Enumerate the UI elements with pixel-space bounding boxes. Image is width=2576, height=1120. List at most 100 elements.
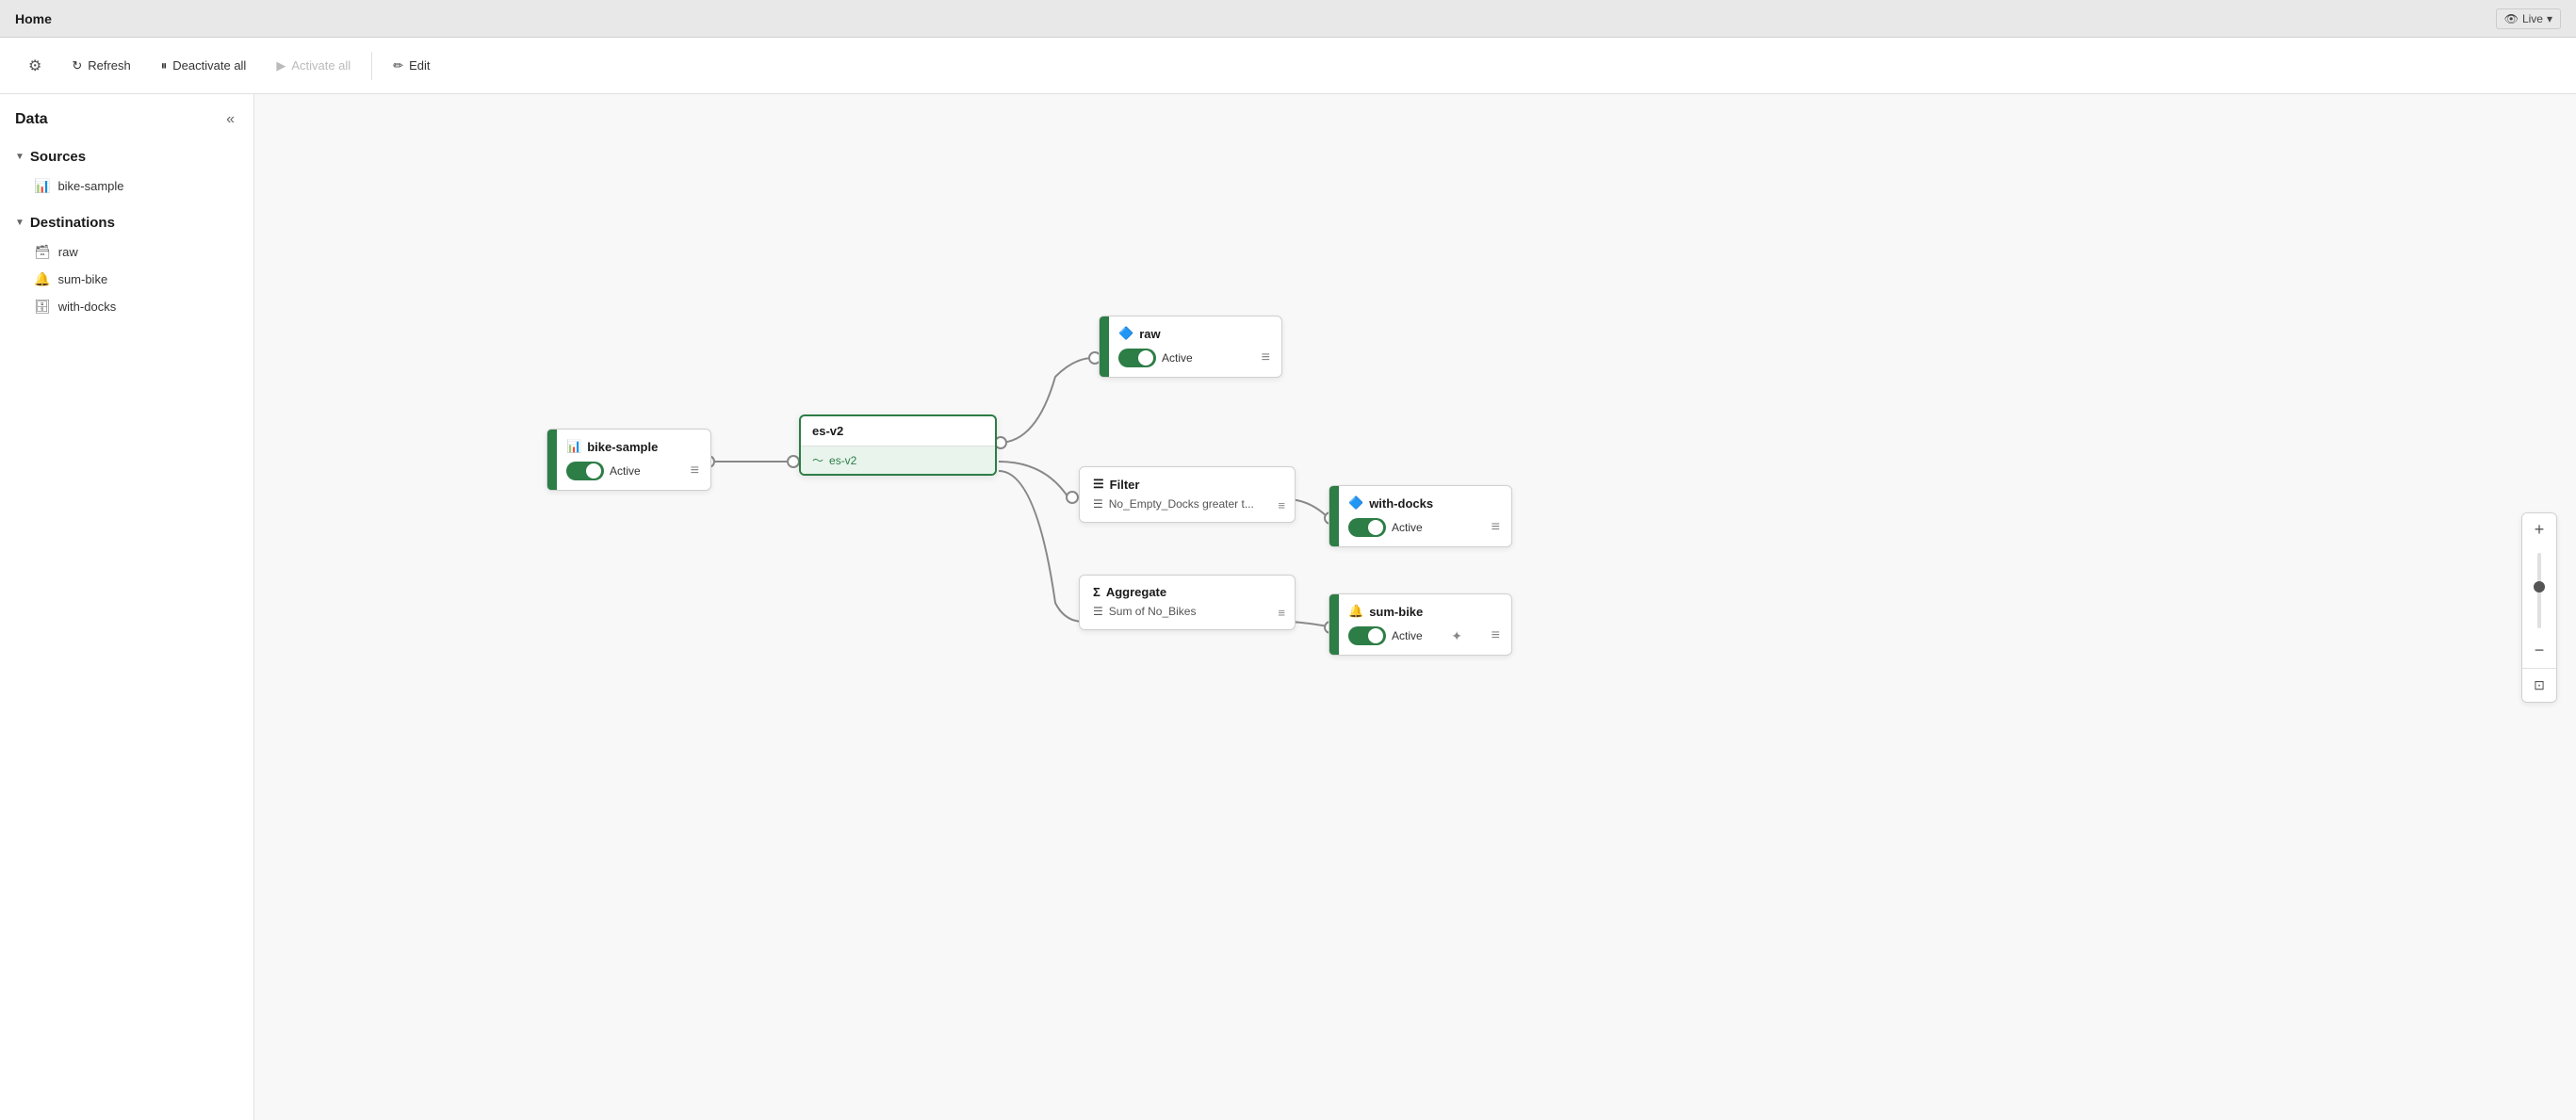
- with-docks-toggle-row: Active ≡: [1348, 518, 1500, 537]
- raw-green-bar: [1100, 317, 1109, 377]
- sum-bike-label: sum-bike: [57, 272, 107, 286]
- sidebar-item-bike-sample[interactable]: 📊 bike-sample: [0, 172, 253, 200]
- raw-label: raw: [58, 245, 78, 259]
- settings-button[interactable]: ⚙: [15, 51, 55, 81]
- raw-icon: 🗃: [34, 244, 51, 260]
- sidebar-header: Data «: [0, 109, 253, 141]
- filter-condition: No_Empty_Docks greater t...: [1109, 497, 1254, 511]
- aggregate-title: Σ Aggregate: [1093, 585, 1281, 599]
- sidebar-item-sum-bike[interactable]: 🔔 sum-bike: [0, 266, 253, 293]
- filter-node: ☰ Filter ☰ No_Empty_Docks greater t... ≡: [1079, 466, 1296, 523]
- sum-bike-toggle-row: Active ✦ ≡: [1348, 626, 1500, 645]
- raw-toggle[interactable]: [1118, 349, 1156, 367]
- destinations-label: Destinations: [30, 215, 115, 231]
- sum-bike-status: Active: [1392, 629, 1423, 642]
- source-icon: 📊: [566, 439, 581, 454]
- title-bar: Home 👁 Live ▾: [0, 0, 2576, 38]
- source-status: Active: [610, 464, 641, 478]
- dest-node-raw: 🔷 raw Active ≡: [1099, 316, 1282, 378]
- zoom-controls: + − ⊡: [2521, 512, 2557, 703]
- aggregate-formula-row: ☰ Sum of No_Bikes: [1093, 605, 1281, 618]
- bike-sample-icon: 📊: [34, 178, 50, 194]
- eye-icon: 👁: [2504, 12, 2519, 25]
- toolbar: ⚙ ↻ Refresh ⏸ Deactivate all ▶ Activate …: [0, 38, 2576, 94]
- destinations-section-header[interactable]: ▼ Destinations: [0, 207, 253, 238]
- aggregate-formula-icon: ☰: [1093, 605, 1103, 618]
- connector-node-esv2: es-v2 〜 es-v2: [799, 414, 997, 476]
- activate-all-button[interactable]: ▶ Activate all: [263, 53, 364, 79]
- edit-icon: ✏: [393, 58, 403, 73]
- sidebar-title: Data: [15, 111, 48, 128]
- raw-menu-icon[interactable]: ≡: [1262, 349, 1270, 366]
- destinations-section: ▼ Destinations 🗃 raw 🔔 sum-bike 🗄 with-d…: [0, 207, 253, 320]
- sum-bike-extra-icon: ✦: [1451, 628, 1462, 644]
- connector-title: es-v2: [801, 416, 995, 446]
- source-toggle-row: Active ≡: [566, 462, 699, 480]
- toolbar-divider: [371, 52, 372, 80]
- edit-button[interactable]: ✏ Edit: [380, 53, 443, 79]
- sources-section-header[interactable]: ▼ Sources: [0, 141, 253, 172]
- dest-node-sum-bike: 🔔 sum-bike Active ✦ ≡: [1329, 593, 1512, 656]
- with-docks-icon: 🗄: [34, 299, 51, 315]
- filter-menu-icon[interactable]: ≡: [1278, 498, 1285, 512]
- with-docks-menu-icon[interactable]: ≡: [1492, 519, 1500, 536]
- sidebar: Data « ▼ Sources 📊 bike-sample ▼ Destina…: [0, 94, 254, 1120]
- refresh-icon: ↻: [72, 58, 82, 73]
- sidebar-item-with-docks[interactable]: 🗄 with-docks: [0, 293, 253, 320]
- bike-sample-label: bike-sample: [57, 179, 123, 193]
- zoom-in-icon: +: [2535, 520, 2545, 540]
- canvas-area: 📊 bike-sample Active ≡ es-v2 〜 es-v2: [254, 94, 2576, 1120]
- zoom-out-button[interactable]: −: [2522, 634, 2556, 668]
- filter-condition-row: ☰ No_Empty_Docks greater t...: [1093, 497, 1281, 511]
- chevron-down-icon: ▾: [2547, 12, 2552, 25]
- zoom-slider-track: [2537, 553, 2541, 628]
- with-docks-green-bar: [1329, 486, 1339, 546]
- source-node-title: 📊 bike-sample: [566, 439, 699, 454]
- filter-title: ☰ Filter: [1093, 477, 1281, 492]
- with-docks-label: with-docks: [58, 300, 116, 314]
- source-toggle[interactable]: [566, 462, 604, 480]
- sum-bike-green-bar: [1329, 594, 1339, 655]
- settings-icon: ⚙: [28, 57, 41, 75]
- with-docks-toggle[interactable]: [1348, 518, 1386, 537]
- deactivate-all-button[interactable]: ⏸ Deactivate all: [148, 53, 260, 79]
- sum-bike-menu-icon[interactable]: ≡: [1492, 627, 1500, 644]
- raw-dest-icon: 🔷: [1118, 326, 1133, 341]
- collapse-sidebar-button[interactable]: «: [222, 109, 238, 130]
- aggregate-menu-icon[interactable]: ≡: [1278, 606, 1285, 620]
- source-green-bar: [547, 430, 557, 490]
- with-docks-status: Active: [1392, 521, 1423, 534]
- zoom-out-icon: −: [2535, 641, 2545, 660]
- app-title: Home: [15, 11, 52, 26]
- sum-bike-icon: 🔔: [34, 271, 50, 287]
- activate-icon: ▶: [276, 58, 285, 73]
- deactivate-icon: ⏸: [161, 58, 168, 73]
- sum-bike-title: 🔔 sum-bike: [1348, 604, 1500, 619]
- sidebar-item-raw[interactable]: 🗃 raw: [0, 238, 253, 266]
- raw-title: 🔷 raw: [1118, 326, 1270, 341]
- sources-chevron: ▼: [15, 152, 24, 162]
- aggregate-icon: Σ: [1093, 585, 1101, 599]
- sources-label: Sources: [30, 149, 86, 165]
- main-layout: Data « ▼ Sources 📊 bike-sample ▼ Destina…: [0, 94, 2576, 1120]
- aggregate-node: Σ Aggregate ☰ Sum of No_Bikes ≡: [1079, 575, 1296, 630]
- raw-toggle-row: Active ≡: [1118, 349, 1270, 367]
- refresh-button[interactable]: ↻ Refresh: [58, 53, 143, 79]
- connector-body: 〜 es-v2: [801, 446, 995, 474]
- sources-section: ▼ Sources 📊 bike-sample: [0, 141, 253, 200]
- zoom-fit-icon: ⊡: [2534, 677, 2545, 693]
- zoom-slider-thumb[interactable]: [2534, 581, 2545, 592]
- with-docks-dest-icon: 🔷: [1348, 495, 1363, 511]
- sum-bike-toggle[interactable]: [1348, 626, 1386, 645]
- source-menu-icon[interactable]: ≡: [691, 463, 699, 479]
- dest-node-with-docks: 🔷 with-docks Active ≡: [1329, 485, 1512, 547]
- live-button[interactable]: 👁 Live ▾: [2496, 8, 2561, 29]
- sum-bike-dest-icon: 🔔: [1348, 604, 1363, 619]
- source-node-bike-sample: 📊 bike-sample Active ≡: [546, 429, 711, 491]
- zoom-fit-button[interactable]: ⊡: [2522, 668, 2556, 702]
- aggregate-formula: Sum of No_Bikes: [1109, 605, 1197, 618]
- destinations-chevron: ▼: [15, 218, 24, 228]
- connector-icon: 〜: [812, 452, 823, 468]
- raw-status: Active: [1162, 351, 1193, 365]
- zoom-in-button[interactable]: +: [2522, 513, 2556, 547]
